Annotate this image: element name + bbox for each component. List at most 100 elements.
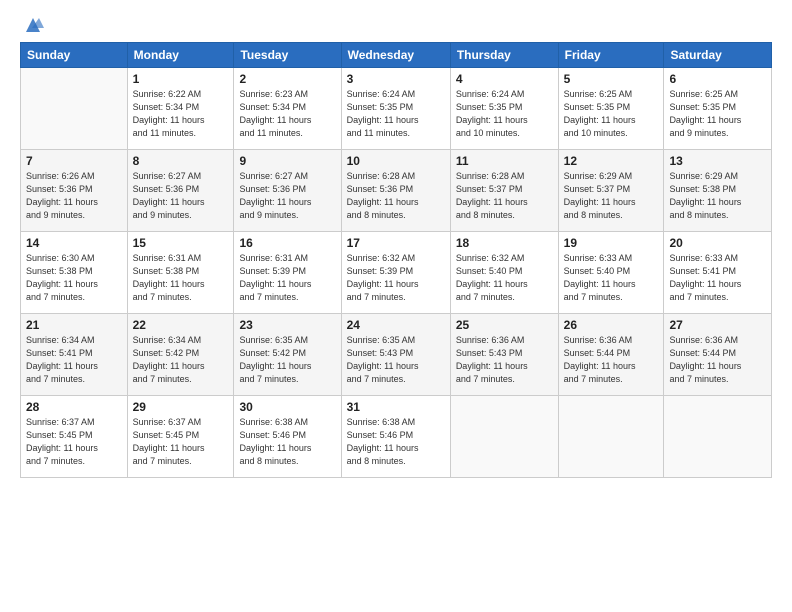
- day-number: 9: [239, 154, 335, 168]
- day-info: Sunrise: 6:34 AM Sunset: 5:41 PM Dayligh…: [26, 334, 122, 386]
- calendar-day-cell: 26 Sunrise: 6:36 AM Sunset: 5:44 PM Dayli…: [558, 314, 664, 396]
- day-number: 20: [669, 236, 766, 250]
- calendar-day-cell: 9 Sunrise: 6:27 AM Sunset: 5:36 PM Daylig…: [234, 150, 341, 232]
- calendar-week-row: 1Sunrise: 6:22 AM Sunset: 5:34 PM Daylig…: [21, 68, 772, 150]
- calendar-day-cell: 8Sunrise: 6:27 AM Sunset: 5:36 PM Daylig…: [127, 150, 234, 232]
- day-info: Sunrise: 6:38 AM Sunset: 5:46 PM Dayligh…: [347, 416, 445, 468]
- calendar-day-cell: 12 Sunrise: 6:29 AM Sunset: 5:37 PM Dayli…: [558, 150, 664, 232]
- day-info: Sunrise: 6:35 AM Sunset: 5:42 PM Dayligh…: [239, 334, 335, 386]
- day-info: Sunrise: 6:25 AM Sunset: 5:35 PM Dayligh…: [669, 88, 766, 140]
- weekday-header: Tuesday: [234, 43, 341, 68]
- logo: [20, 18, 44, 32]
- day-number: 23: [239, 318, 335, 332]
- day-info: Sunrise: 6:25 AM Sunset: 5:35 PM Dayligh…: [564, 88, 659, 140]
- day-info: Sunrise: 6:32 AM Sunset: 5:40 PM Dayligh…: [456, 252, 553, 304]
- weekday-header: Friday: [558, 43, 664, 68]
- calendar-day-cell: 22 Sunrise: 6:34 AM Sunset: 5:42 PM Dayli…: [127, 314, 234, 396]
- day-number: 3: [347, 72, 445, 86]
- day-info: Sunrise: 6:29 AM Sunset: 5:37 PM Dayligh…: [564, 170, 659, 222]
- header: [20, 18, 772, 32]
- day-info: Sunrise: 6:37 AM Sunset: 5:45 PM Dayligh…: [26, 416, 122, 468]
- day-number: 16: [239, 236, 335, 250]
- day-number: 12: [564, 154, 659, 168]
- day-info: Sunrise: 6:33 AM Sunset: 5:41 PM Dayligh…: [669, 252, 766, 304]
- weekday-header: Wednesday: [341, 43, 450, 68]
- day-info: Sunrise: 6:36 AM Sunset: 5:44 PM Dayligh…: [669, 334, 766, 386]
- calendar-day-cell: 30 Sunrise: 6:38 AM Sunset: 5:46 PM Dayli…: [234, 396, 341, 478]
- calendar-day-cell: 11Sunrise: 6:28 AM Sunset: 5:37 PM Dayli…: [450, 150, 558, 232]
- day-info: Sunrise: 6:34 AM Sunset: 5:42 PM Dayligh…: [133, 334, 229, 386]
- calendar-day-cell: 16 Sunrise: 6:31 AM Sunset: 5:39 PM Dayli…: [234, 232, 341, 314]
- weekday-header: Thursday: [450, 43, 558, 68]
- calendar-day-cell: 25 Sunrise: 6:36 AM Sunset: 5:43 PM Dayli…: [450, 314, 558, 396]
- calendar-day-cell: 21 Sunrise: 6:34 AM Sunset: 5:41 PM Dayli…: [21, 314, 128, 396]
- day-number: 24: [347, 318, 445, 332]
- day-info: Sunrise: 6:36 AM Sunset: 5:44 PM Dayligh…: [564, 334, 659, 386]
- day-number: 5: [564, 72, 659, 86]
- day-info: Sunrise: 6:32 AM Sunset: 5:39 PM Dayligh…: [347, 252, 445, 304]
- day-number: 10: [347, 154, 445, 168]
- day-number: 27: [669, 318, 766, 332]
- day-info: Sunrise: 6:23 AM Sunset: 5:34 PM Dayligh…: [239, 88, 335, 140]
- day-number: 30: [239, 400, 335, 414]
- calendar-day-cell: 1Sunrise: 6:22 AM Sunset: 5:34 PM Daylig…: [127, 68, 234, 150]
- calendar-day-cell: 6Sunrise: 6:25 AM Sunset: 5:35 PM Daylig…: [664, 68, 772, 150]
- day-info: Sunrise: 6:27 AM Sunset: 5:36 PM Dayligh…: [239, 170, 335, 222]
- calendar-week-row: 21 Sunrise: 6:34 AM Sunset: 5:41 PM Dayli…: [21, 314, 772, 396]
- day-number: 8: [133, 154, 229, 168]
- calendar-day-cell: 20 Sunrise: 6:33 AM Sunset: 5:41 PM Dayli…: [664, 232, 772, 314]
- day-info: Sunrise: 6:37 AM Sunset: 5:45 PM Dayligh…: [133, 416, 229, 468]
- day-info: Sunrise: 6:24 AM Sunset: 5:35 PM Dayligh…: [347, 88, 445, 140]
- calendar-week-row: 7 Sunrise: 6:26 AM Sunset: 5:36 PM Daylig…: [21, 150, 772, 232]
- day-number: 26: [564, 318, 659, 332]
- day-info: Sunrise: 6:36 AM Sunset: 5:43 PM Dayligh…: [456, 334, 553, 386]
- weekday-header: Monday: [127, 43, 234, 68]
- logo-icon: [22, 14, 44, 36]
- day-number: 18: [456, 236, 553, 250]
- calendar-day-cell: 27 Sunrise: 6:36 AM Sunset: 5:44 PM Dayli…: [664, 314, 772, 396]
- calendar-day-cell: 5 Sunrise: 6:25 AM Sunset: 5:35 PM Daylig…: [558, 68, 664, 150]
- calendar-day-cell: 18 Sunrise: 6:32 AM Sunset: 5:40 PM Dayli…: [450, 232, 558, 314]
- calendar-day-cell: [558, 396, 664, 478]
- day-number: 22: [133, 318, 229, 332]
- day-number: 4: [456, 72, 553, 86]
- day-number: 21: [26, 318, 122, 332]
- calendar-day-cell: [664, 396, 772, 478]
- day-info: Sunrise: 6:38 AM Sunset: 5:46 PM Dayligh…: [239, 416, 335, 468]
- calendar-day-cell: [21, 68, 128, 150]
- weekday-header: Sunday: [21, 43, 128, 68]
- day-info: Sunrise: 6:31 AM Sunset: 5:39 PM Dayligh…: [239, 252, 335, 304]
- day-number: 13: [669, 154, 766, 168]
- calendar-day-cell: 14Sunrise: 6:30 AM Sunset: 5:38 PM Dayli…: [21, 232, 128, 314]
- calendar-day-cell: 10 Sunrise: 6:28 AM Sunset: 5:36 PM Dayli…: [341, 150, 450, 232]
- calendar-day-cell: 31 Sunrise: 6:38 AM Sunset: 5:46 PM Dayli…: [341, 396, 450, 478]
- day-number: 31: [347, 400, 445, 414]
- day-number: 2: [239, 72, 335, 86]
- calendar-day-cell: 2 Sunrise: 6:23 AM Sunset: 5:34 PM Daylig…: [234, 68, 341, 150]
- calendar-day-cell: 29Sunrise: 6:37 AM Sunset: 5:45 PM Dayli…: [127, 396, 234, 478]
- day-info: Sunrise: 6:28 AM Sunset: 5:36 PM Dayligh…: [347, 170, 445, 222]
- calendar-day-cell: 19Sunrise: 6:33 AM Sunset: 5:40 PM Dayli…: [558, 232, 664, 314]
- day-info: Sunrise: 6:31 AM Sunset: 5:38 PM Dayligh…: [133, 252, 229, 304]
- calendar-week-row: 28Sunrise: 6:37 AM Sunset: 5:45 PM Dayli…: [21, 396, 772, 478]
- calendar-day-cell: 7 Sunrise: 6:26 AM Sunset: 5:36 PM Daylig…: [21, 150, 128, 232]
- calendar-day-cell: [450, 396, 558, 478]
- day-number: 11: [456, 154, 553, 168]
- day-info: Sunrise: 6:29 AM Sunset: 5:38 PM Dayligh…: [669, 170, 766, 222]
- calendar-day-cell: 15 Sunrise: 6:31 AM Sunset: 5:38 PM Dayli…: [127, 232, 234, 314]
- calendar-table: SundayMondayTuesdayWednesdayThursdayFrid…: [20, 42, 772, 478]
- day-number: 15: [133, 236, 229, 250]
- weekday-header: Saturday: [664, 43, 772, 68]
- calendar-day-cell: 3 Sunrise: 6:24 AM Sunset: 5:35 PM Daylig…: [341, 68, 450, 150]
- day-number: 1: [133, 72, 229, 86]
- page: SundayMondayTuesdayWednesdayThursdayFrid…: [0, 0, 792, 612]
- day-number: 14: [26, 236, 122, 250]
- day-number: 17: [347, 236, 445, 250]
- day-number: 25: [456, 318, 553, 332]
- day-info: Sunrise: 6:26 AM Sunset: 5:36 PM Dayligh…: [26, 170, 122, 222]
- header-row: SundayMondayTuesdayWednesdayThursdayFrid…: [21, 43, 772, 68]
- calendar-day-cell: 13 Sunrise: 6:29 AM Sunset: 5:38 PM Dayli…: [664, 150, 772, 232]
- day-number: 7: [26, 154, 122, 168]
- day-info: Sunrise: 6:33 AM Sunset: 5:40 PM Dayligh…: [564, 252, 659, 304]
- calendar-day-cell: 17 Sunrise: 6:32 AM Sunset: 5:39 PM Dayli…: [341, 232, 450, 314]
